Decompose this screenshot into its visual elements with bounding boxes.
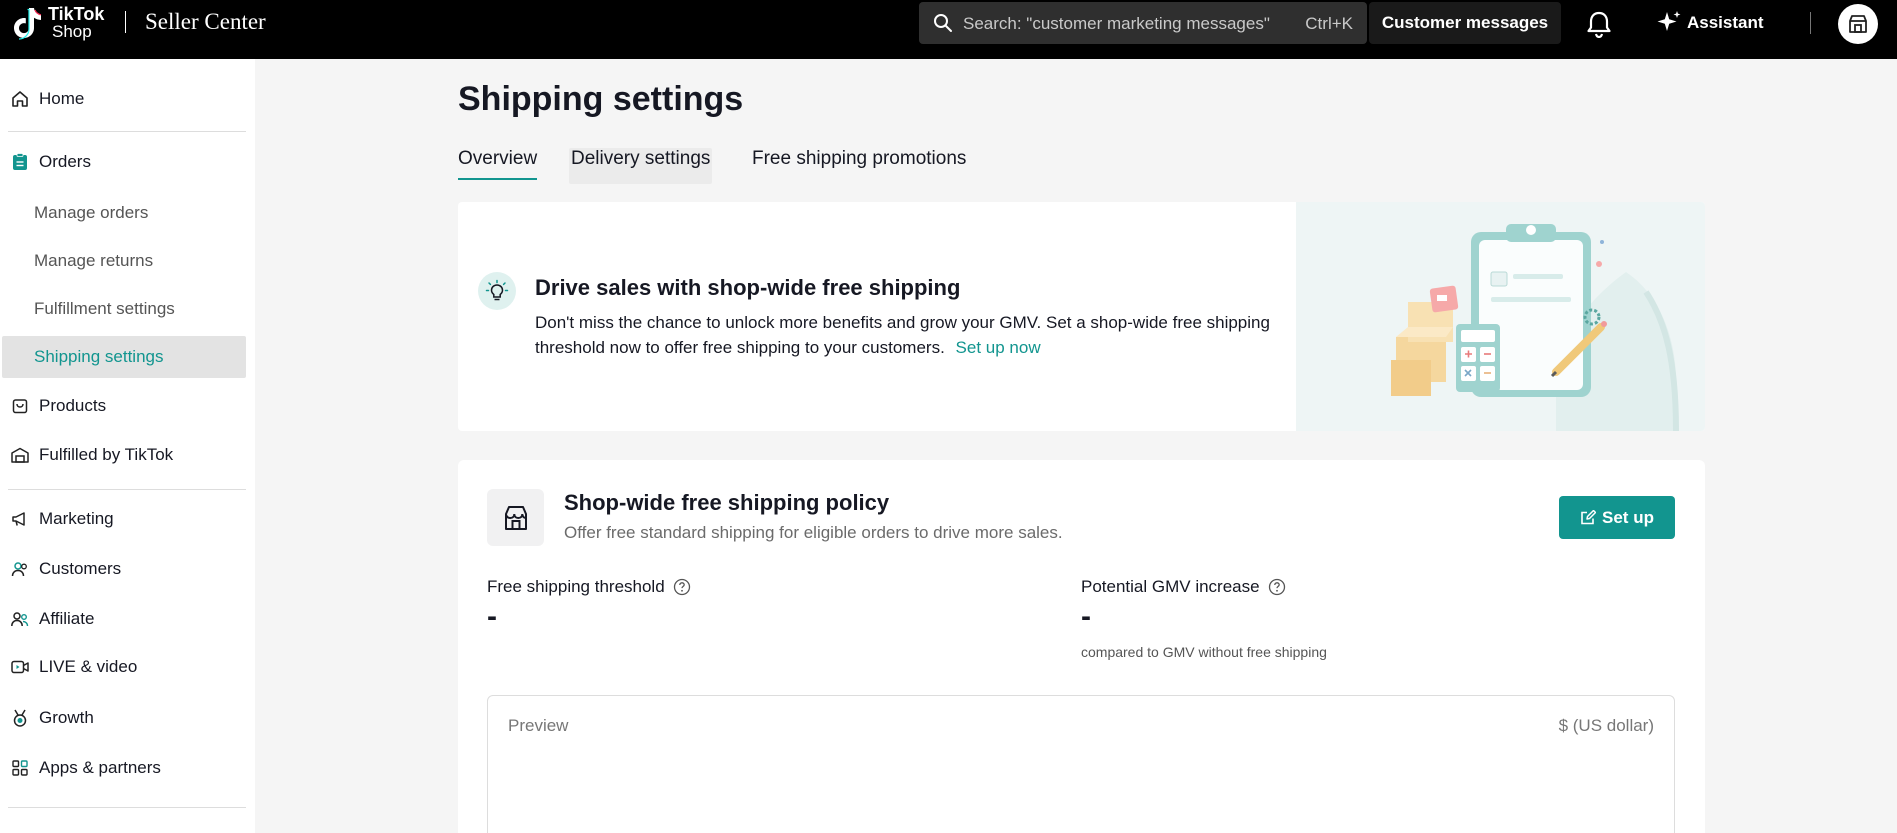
- sparkle-icon: [1657, 11, 1681, 31]
- edit-icon: [1581, 509, 1597, 524]
- sidebar-item-home[interactable]: Home: [0, 80, 246, 118]
- sidebar-label-fulfilled: Fulfilled by TikTok: [39, 445, 174, 464]
- gmv-label: Potential GMV increase: [1081, 577, 1286, 597]
- logo-line1: TikTok: [48, 4, 105, 24]
- sidebar-label-growth: Growth: [39, 708, 94, 727]
- sidebar-label-home: Home: [39, 89, 85, 108]
- sidebar-item-manage-returns[interactable]: Manage returns: [0, 240, 246, 282]
- shop-avatar[interactable]: [1838, 4, 1878, 44]
- page-title: Shipping settings: [458, 80, 744, 118]
- set-up-now-link[interactable]: Set up now: [956, 338, 1041, 357]
- orders-icon: [10, 152, 30, 172]
- preview-label: Preview: [508, 716, 569, 735]
- home-icon: [10, 89, 30, 109]
- logo-divider: [125, 11, 126, 33]
- sidebar-item-manage-orders[interactable]: Manage orders: [0, 192, 246, 234]
- apps-grid-icon: [10, 758, 30, 778]
- sidebar-divider: [8, 807, 246, 808]
- sidebar-item-products[interactable]: Products: [0, 387, 246, 425]
- threshold-label: Free shipping threshold: [487, 577, 691, 597]
- tiktok-logo-icon: [14, 8, 42, 40]
- sidebar-item-affiliate[interactable]: Affiliate: [0, 600, 246, 638]
- sidebar-item-marketing[interactable]: Marketing: [0, 500, 246, 538]
- gmv-note: compared to GMV without free shipping: [1081, 644, 1327, 660]
- tiktok-shop-logo[interactable]: TikTok Shop: [10, 4, 105, 41]
- sidebar-label-apps: Apps & partners: [39, 758, 161, 777]
- video-icon: [10, 657, 30, 677]
- sidebar-item-customers[interactable]: Customers: [0, 550, 246, 588]
- sidebar-item-orders[interactable]: Orders: [0, 143, 246, 181]
- tab-overview[interactable]: Overview: [458, 148, 538, 184]
- promo-banner: Drive sales with shop-wide free shipping…: [458, 202, 1705, 431]
- sidebar-label-marketing: Marketing: [39, 509, 114, 528]
- help-icon[interactable]: [1268, 578, 1286, 596]
- store-icon: [1849, 15, 1867, 33]
- sidebar: Home Orders Manage orders Manage returns…: [0, 59, 255, 833]
- tab-delivery-settings[interactable]: Delivery settings: [569, 148, 713, 184]
- search-icon: [934, 14, 952, 32]
- store-icon: [487, 489, 544, 546]
- currency-label: $ (US dollar): [1558, 716, 1654, 735]
- banner-body: Don't miss the chance to unlock more ben…: [535, 310, 1295, 360]
- sidebar-label-live: LIVE & video: [39, 657, 138, 676]
- top-divider: [1810, 12, 1811, 34]
- megaphone-icon: [10, 509, 30, 529]
- sidebar-divider: [8, 489, 246, 490]
- banner-text: Don't miss the chance to unlock more ben…: [535, 313, 1270, 357]
- search-placeholder: Search: "customer marketing messages": [963, 14, 1270, 33]
- warehouse-icon: [10, 445, 30, 465]
- threshold-label-text: Free shipping threshold: [487, 577, 665, 596]
- top-bar: TikTok Shop Seller Center Search: "custo…: [0, 0, 1897, 59]
- free-shipping-policy-card: Shop-wide free shipping policy Offer fre…: [458, 460, 1705, 833]
- affiliate-icon: [10, 609, 30, 629]
- sidebar-label-products: Products: [39, 396, 107, 415]
- sidebar-item-apps-partners[interactable]: Apps & partners: [0, 749, 246, 787]
- customers-icon: [10, 559, 30, 579]
- sidebar-item-growth[interactable]: Growth: [0, 699, 246, 737]
- assistant-button[interactable]: Assistant: [1655, 9, 1764, 37]
- shopping-bag-icon: [10, 396, 30, 416]
- clipboard-illustration-icon: [1391, 224, 1679, 431]
- sidebar-item-live-video[interactable]: LIVE & video: [0, 648, 246, 686]
- sidebar-label-affiliate: Affiliate: [39, 609, 95, 628]
- search-input[interactable]: Search: "customer marketing messages" Ct…: [919, 2, 1367, 44]
- help-icon[interactable]: [673, 578, 691, 596]
- sidebar-item-fulfilled-by-tiktok[interactable]: Fulfilled by TikTok: [0, 436, 246, 474]
- policy-subtitle: Offer free standard shipping for eligibl…: [564, 523, 1063, 542]
- sidebar-item-shipping-settings[interactable]: Shipping settings: [2, 336, 246, 378]
- sidebar-divider: [8, 131, 246, 132]
- lightbulb-icon: [478, 272, 516, 310]
- assistant-label: Assistant: [1687, 13, 1764, 32]
- logo-line2: Shop: [52, 22, 92, 41]
- threshold-value: -: [487, 600, 497, 633]
- banner-heading: Drive sales with shop-wide free shipping: [535, 275, 961, 300]
- sidebar-label-orders: Orders: [39, 152, 91, 171]
- set-up-label: Set up: [1602, 507, 1654, 527]
- banner-illustration: [1296, 202, 1705, 431]
- sidebar-label-customers: Customers: [39, 559, 122, 578]
- medal-icon: [10, 708, 30, 728]
- set-up-button[interactable]: Set up: [1559, 496, 1675, 539]
- gmv-label-text: Potential GMV increase: [1081, 577, 1260, 596]
- bell-icon[interactable]: [1586, 10, 1612, 38]
- search-shortcut: Ctrl+K: [1305, 14, 1353, 33]
- customer-messages-button[interactable]: Customer messages: [1369, 2, 1561, 44]
- product-name: Seller Center: [145, 9, 266, 34]
- sidebar-item-fulfillment-settings[interactable]: Fulfillment settings: [0, 288, 246, 330]
- gmv-value: -: [1081, 600, 1091, 633]
- tab-free-shipping-promotions[interactable]: Free shipping promotions: [752, 148, 966, 184]
- policy-heading: Shop-wide free shipping policy: [564, 490, 890, 515]
- preview-box: Preview $ (US dollar): [487, 695, 1675, 833]
